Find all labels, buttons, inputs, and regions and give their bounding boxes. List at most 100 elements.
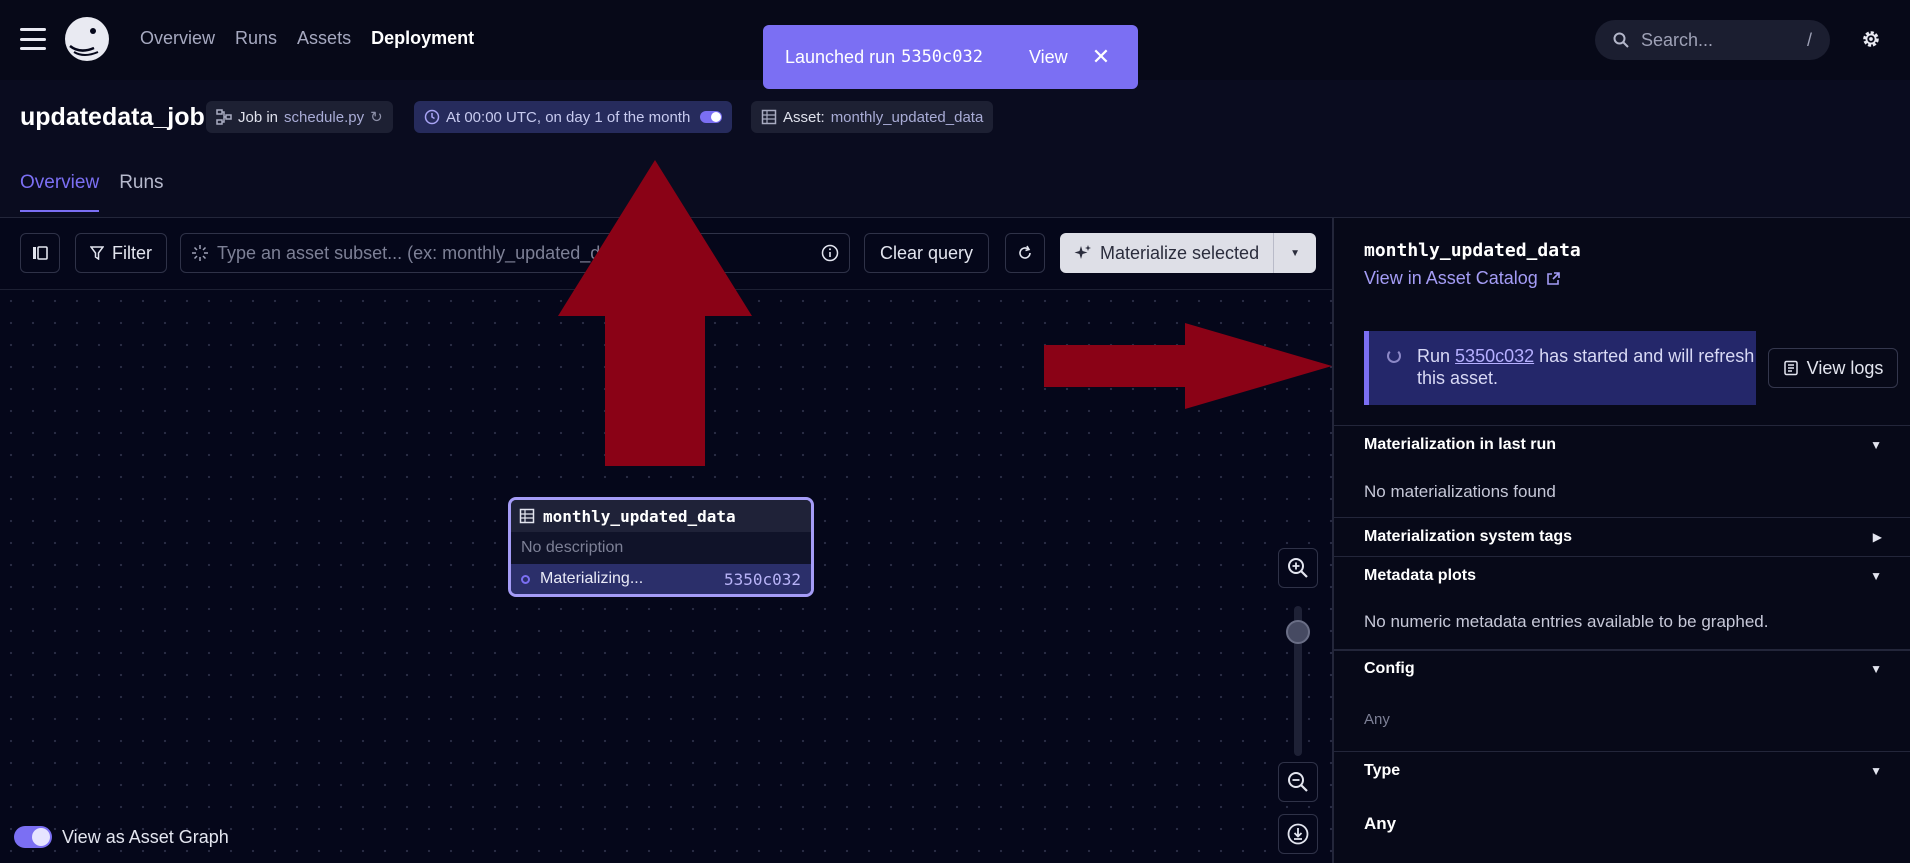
search-icon <box>1613 32 1629 48</box>
no-materializations-text: No materializations found <box>1364 482 1556 501</box>
materialize-selected-button[interactable]: Materialize selected ▼ <box>1060 233 1316 273</box>
schedule-text: At 00:00 UTC, on day 1 of the month <box>446 108 691 126</box>
banner-pre: Run <box>1417 346 1451 366</box>
zoom-out-icon <box>1288 772 1308 792</box>
refresh-button[interactable] <box>1005 233 1045 273</box>
download-graph-button[interactable] <box>1278 814 1318 854</box>
section-metadata-plots[interactable]: Metadata plots ▼ <box>1334 556 1910 594</box>
materialize-label: Materialize selected <box>1100 242 1260 263</box>
job-tag-prefix: Job in <box>238 108 279 126</box>
view-logs-label: View logs <box>1806 357 1884 378</box>
zoom-in-button[interactable] <box>1278 548 1318 588</box>
table-icon <box>761 109 777 125</box>
job-graph-icon <box>216 109 232 125</box>
asset-graph-toggle[interactable]: View as Asset Graph <box>14 826 229 848</box>
download-icon <box>1287 823 1309 845</box>
asset-graph-switch[interactable] <box>14 826 52 848</box>
chevron-down-icon: ▼ <box>1870 662 1882 676</box>
materialize-main[interactable]: Materialize selected <box>1060 233 1275 273</box>
section-materialization-last-run[interactable]: Materialization in last run ▼ <box>1334 425 1910 463</box>
caret-down-icon: ▼ <box>1290 247 1300 259</box>
type-value-text: Any <box>1364 814 1397 833</box>
section-title: Materialization in last run <box>1364 435 1557 453</box>
sparkle-icon <box>192 245 208 261</box>
clear-query-button[interactable]: Clear query <box>864 233 989 273</box>
tab-overview[interactable]: Overview <box>20 172 100 212</box>
schedule-toggle[interactable] <box>700 111 723 123</box>
schedule-tag[interactable]: At 00:00 UTC, on day 1 of the month <box>414 101 733 133</box>
asset-tag[interactable]: Asset: monthly_updated_data <box>751 101 994 133</box>
external-link-icon <box>1546 271 1560 285</box>
asset-node[interactable]: monthly_updated_data No description Mate… <box>508 497 814 597</box>
section-title: Materialization system tags <box>1364 527 1573 545</box>
catalog-link-label: View in Asset Catalog <box>1364 268 1538 288</box>
annotation-arrow-right <box>1044 323 1332 409</box>
nav-runs[interactable]: Runs <box>235 28 277 49</box>
sidebar-toggle-icon <box>33 246 48 260</box>
asset-tag-prefix: Asset: <box>783 108 825 126</box>
spinner-icon <box>1387 349 1401 363</box>
zoom-slider-handle[interactable] <box>1286 620 1310 644</box>
nav-deployment[interactable]: Deployment <box>371 28 474 49</box>
sparkle-icon <box>1074 245 1091 259</box>
job-tag-file-link[interactable]: schedule.py <box>284 109 364 126</box>
filter-icon <box>90 246 104 260</box>
materialize-dropdown-button[interactable]: ▼ <box>1274 233 1316 273</box>
annotation-arrow-up <box>558 160 752 466</box>
toast-run-id: 5350c032 <box>901 47 983 67</box>
asset-tag-link[interactable]: monthly_updated_data <box>831 109 984 126</box>
asset-detail-panel: monthly_updated_data View in Asset Catal… <box>1332 218 1910 863</box>
asset-graph-toggle-label: View as Asset Graph <box>62 826 229 847</box>
info-icon[interactable] <box>821 244 839 262</box>
toast-view-button[interactable]: View <box>1029 47 1068 68</box>
asset-node-status: Materializing... 5350c032 <box>511 564 811 594</box>
nav-assets[interactable]: Assets <box>297 28 351 49</box>
search-shortcut: / <box>1806 29 1812 50</box>
no-metadata-text: No numeric metadata entries available to… <box>1364 612 1769 631</box>
reload-icon[interactable]: ↻ <box>370 108 383 126</box>
search-placeholder: Search... <box>1641 29 1714 50</box>
asset-node-run-link[interactable]: 5350c032 <box>724 570 801 589</box>
asset-node-name: monthly_updated_data <box>543 506 736 526</box>
gear-icon[interactable] <box>1860 28 1882 50</box>
chevron-right-icon: ▶ <box>1872 529 1882 544</box>
toggle-sidebar-button[interactable] <box>20 233 60 273</box>
zoom-out-button[interactable] <box>1278 762 1318 802</box>
dagster-logo-icon[interactable] <box>64 16 110 62</box>
toast-text: Launched run <box>785 46 896 67</box>
section-type[interactable]: Type ▼ <box>1334 751 1910 789</box>
nav-overview[interactable]: Overview <box>140 28 215 49</box>
asset-node-status-text: Materializing... <box>540 570 644 587</box>
search-input[interactable]: Search... / <box>1595 20 1830 60</box>
table-icon <box>519 508 535 524</box>
chevron-down-icon: ▼ <box>1870 437 1882 452</box>
panel-asset-title: monthly_updated_data <box>1364 240 1581 261</box>
view-logs-button[interactable]: View logs <box>1768 348 1898 388</box>
section-config[interactable]: Config ▼ <box>1334 649 1910 687</box>
logs-icon <box>1783 360 1798 376</box>
asset-node-description: No description <box>521 539 624 556</box>
section-materialization-tags[interactable]: Materialization system tags ▶ <box>1334 517 1910 555</box>
view-in-catalog-link[interactable]: View in Asset Catalog <box>1364 268 1560 289</box>
zoom-in-icon <box>1288 558 1308 578</box>
tab-runs[interactable]: Runs <box>119 172 163 212</box>
section-title: Metadata plots <box>1364 566 1477 584</box>
close-icon[interactable]: ✕ <box>1092 46 1110 68</box>
status-spinner-icon <box>521 574 530 584</box>
job-source-tag[interactable]: Job in schedule.py ↻ <box>206 101 393 133</box>
job-tabs: Overview Runs <box>20 172 164 212</box>
launch-toast: Launched run 5350c032 View ✕ <box>763 25 1138 89</box>
chevron-down-icon: ▼ <box>1870 568 1882 583</box>
section-title: Config <box>1364 660 1415 677</box>
filter-button[interactable]: Filter <box>75 233 167 273</box>
refresh-icon <box>1019 245 1031 259</box>
clock-icon <box>424 109 440 125</box>
chevron-down-icon: ▼ <box>1870 763 1882 778</box>
hamburger-menu-icon[interactable] <box>20 28 46 50</box>
section-title: Type <box>1364 761 1401 779</box>
run-started-banner: Run 5350c032 has started and will refres… <box>1364 331 1756 405</box>
filter-label: Filter <box>112 242 152 263</box>
config-type-text: Any <box>1364 711 1390 728</box>
job-title: updatedata_job <box>20 103 205 131</box>
banner-run-link[interactable]: 5350c032 <box>1455 346 1534 366</box>
